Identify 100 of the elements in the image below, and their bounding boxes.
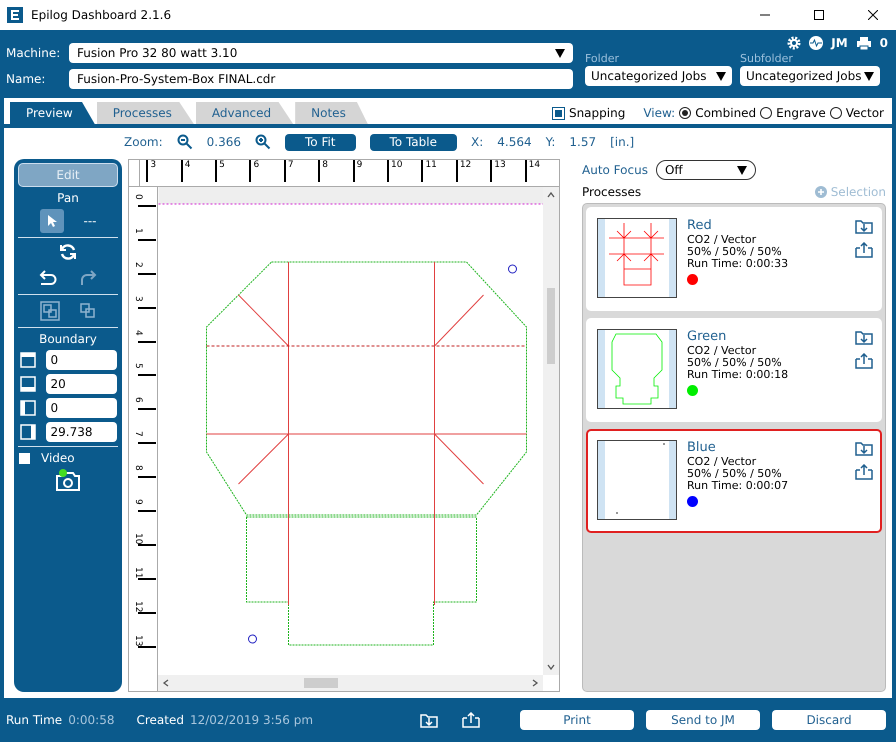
scrollbar-thumb[interactable] bbox=[304, 678, 338, 688]
to-fit-button[interactable]: To Fit bbox=[285, 134, 356, 150]
process-card[interactable]: Green CO2 / Vector 50% / 50% / 50% Run Time: 0:00:18 bbox=[586, 318, 882, 422]
settings-icon[interactable] bbox=[787, 36, 802, 50]
redo-icon[interactable] bbox=[78, 269, 98, 287]
tab[interactable]: Preview bbox=[10, 102, 95, 124]
close-icon[interactable] bbox=[868, 10, 878, 20]
zoom-out-icon[interactable] bbox=[176, 134, 193, 150]
tray-upload-icon[interactable] bbox=[855, 353, 873, 369]
view-option-label: Engrave bbox=[776, 106, 826, 120]
x-value: 4.564 bbox=[497, 135, 532, 149]
folder-download-icon[interactable] bbox=[855, 440, 873, 456]
action-button[interactable]: Print bbox=[520, 710, 634, 730]
zoom-label: Zoom: bbox=[124, 135, 163, 149]
process-name: Red bbox=[687, 218, 713, 234]
queue-count: 0 bbox=[880, 36, 888, 50]
units-label: [in.] bbox=[610, 135, 634, 149]
folder-label: Folder bbox=[585, 52, 620, 66]
video-checkbox[interactable] bbox=[18, 452, 31, 464]
folder-download-icon[interactable] bbox=[420, 712, 438, 728]
action-button[interactable]: Discard bbox=[772, 710, 886, 730]
created-label: Created bbox=[136, 713, 184, 727]
view-option-label: Vector bbox=[846, 106, 884, 120]
folder-dropdown[interactable]: Uncategorized Jobs bbox=[585, 66, 732, 86]
name-field[interactable]: Fusion-Pro-System-Box FINAL.cdr bbox=[69, 69, 573, 89]
process-run-time: Run Time: 0:00:07 bbox=[687, 480, 790, 492]
boundary-field[interactable]: 0 bbox=[46, 398, 116, 418]
pan-label: Pan bbox=[57, 191, 79, 205]
refresh-icon[interactable] bbox=[58, 242, 78, 262]
boundary-field[interactable]: 20 bbox=[46, 374, 116, 394]
tray-upload-icon[interactable] bbox=[855, 242, 873, 258]
tray-upload-icon[interactable] bbox=[462, 712, 480, 728]
process-power: 50% / 50% / 50% bbox=[687, 357, 783, 369]
ungroup-icon[interactable] bbox=[80, 303, 96, 319]
process-mode: CO2 / Vector bbox=[687, 234, 758, 246]
y-value: 1.57 bbox=[569, 135, 596, 149]
process-name: Green bbox=[687, 329, 728, 345]
process-mode: CO2 / Vector bbox=[687, 345, 758, 357]
undo-icon[interactable] bbox=[38, 269, 58, 287]
pointer-tool-button[interactable] bbox=[40, 209, 64, 233]
maximize-icon[interactable] bbox=[814, 10, 824, 20]
created-value: 12/02/2019 3:56 pm bbox=[190, 713, 314, 727]
window-title: Epilog Dashboard 2.1.6 bbox=[31, 8, 172, 22]
process-power: 50% / 50% / 50% bbox=[687, 468, 783, 480]
snapping-checkbox[interactable] bbox=[552, 106, 565, 120]
view-radio[interactable] bbox=[760, 107, 772, 119]
boundary-icon bbox=[20, 400, 36, 416]
y-label: Y: bbox=[546, 135, 556, 149]
process-card[interactable]: Blue CO2 / Vector 50% / 50% / 50% Run Time: 0:00:07 bbox=[586, 429, 882, 533]
auto-focus-dropdown[interactable]: Off bbox=[656, 160, 756, 180]
video-label: Video bbox=[41, 451, 75, 465]
tab[interactable]: Processes bbox=[96, 102, 194, 124]
caret-icon[interactable] bbox=[555, 48, 565, 58]
caret-icon[interactable] bbox=[716, 72, 726, 80]
machine-dropdown[interactable]: Fusion Pro 32 80 watt 3.10 bbox=[69, 43, 573, 63]
view-label: View: bbox=[643, 106, 676, 120]
horizontal-ruler: 3 4 5 6 7 8 9 10 11 12 13 14 bbox=[140, 160, 559, 186]
printer-icon[interactable] bbox=[856, 36, 872, 50]
boundary-icon bbox=[20, 352, 36, 368]
zoom-value: 0.366 bbox=[206, 135, 241, 149]
vertical-ruler: 0 1 2 3 4 5 6 7 8 9 10 11 12 13 bbox=[129, 187, 158, 691]
boundary-field[interactable]: 29.738 bbox=[46, 422, 116, 442]
group-icon[interactable] bbox=[40, 301, 60, 321]
process-power: 50% / 50% / 50% bbox=[687, 246, 783, 258]
vertical-scrollbar[interactable] bbox=[543, 187, 559, 675]
folder-download-icon[interactable] bbox=[855, 329, 873, 345]
tab[interactable]: Advanced bbox=[196, 102, 294, 124]
action-button[interactable]: Send to JM bbox=[646, 710, 760, 730]
app-logo-icon bbox=[7, 7, 23, 23]
horizontal-scrollbar[interactable] bbox=[158, 675, 543, 691]
processes-label: Processes bbox=[582, 185, 642, 199]
boundary-icon bbox=[20, 376, 36, 392]
view-radio[interactable] bbox=[679, 107, 692, 119]
zoom-in-icon[interactable] bbox=[255, 134, 271, 150]
process-card[interactable]: Red CO2 / Vector 50% / 50% / 50% Run Time: 0:00:33 bbox=[586, 207, 882, 311]
folder-download-icon[interactable] bbox=[855, 218, 873, 234]
tray-upload-icon[interactable] bbox=[855, 464, 873, 480]
view-radio[interactable] bbox=[830, 107, 842, 119]
run-time-label: Run Time bbox=[6, 713, 62, 727]
view-option-label: Combined bbox=[695, 106, 756, 120]
name-label: Name: bbox=[6, 72, 46, 86]
pulse-icon[interactable] bbox=[809, 36, 824, 50]
process-run-time: Run Time: 0:00:33 bbox=[687, 258, 790, 270]
tab[interactable]: Notes bbox=[295, 102, 368, 124]
process-mode: CO2 / Vector bbox=[687, 456, 758, 468]
subfolder-dropdown[interactable]: Uncategorized Jobs bbox=[740, 66, 880, 86]
process-name: Blue bbox=[687, 440, 717, 456]
caret-icon[interactable] bbox=[864, 72, 874, 80]
camera-icon[interactable] bbox=[55, 469, 81, 491]
to-table-button[interactable]: To Table bbox=[370, 134, 457, 150]
auto-focus-label: Auto Focus bbox=[582, 163, 648, 177]
scrollbar-thumb[interactable] bbox=[547, 288, 555, 364]
run-time-value: 0:00:58 bbox=[68, 713, 114, 727]
user-initials[interactable]: JM bbox=[831, 36, 848, 50]
machine-label: Machine: bbox=[6, 46, 62, 60]
boundary-label: Boundary bbox=[39, 332, 97, 346]
boundary-field[interactable]: 0 bbox=[46, 350, 116, 370]
caret-icon[interactable] bbox=[736, 166, 747, 174]
process-run-time: Run Time: 0:00:18 bbox=[687, 369, 790, 381]
pointer-icon[interactable] bbox=[46, 214, 56, 228]
